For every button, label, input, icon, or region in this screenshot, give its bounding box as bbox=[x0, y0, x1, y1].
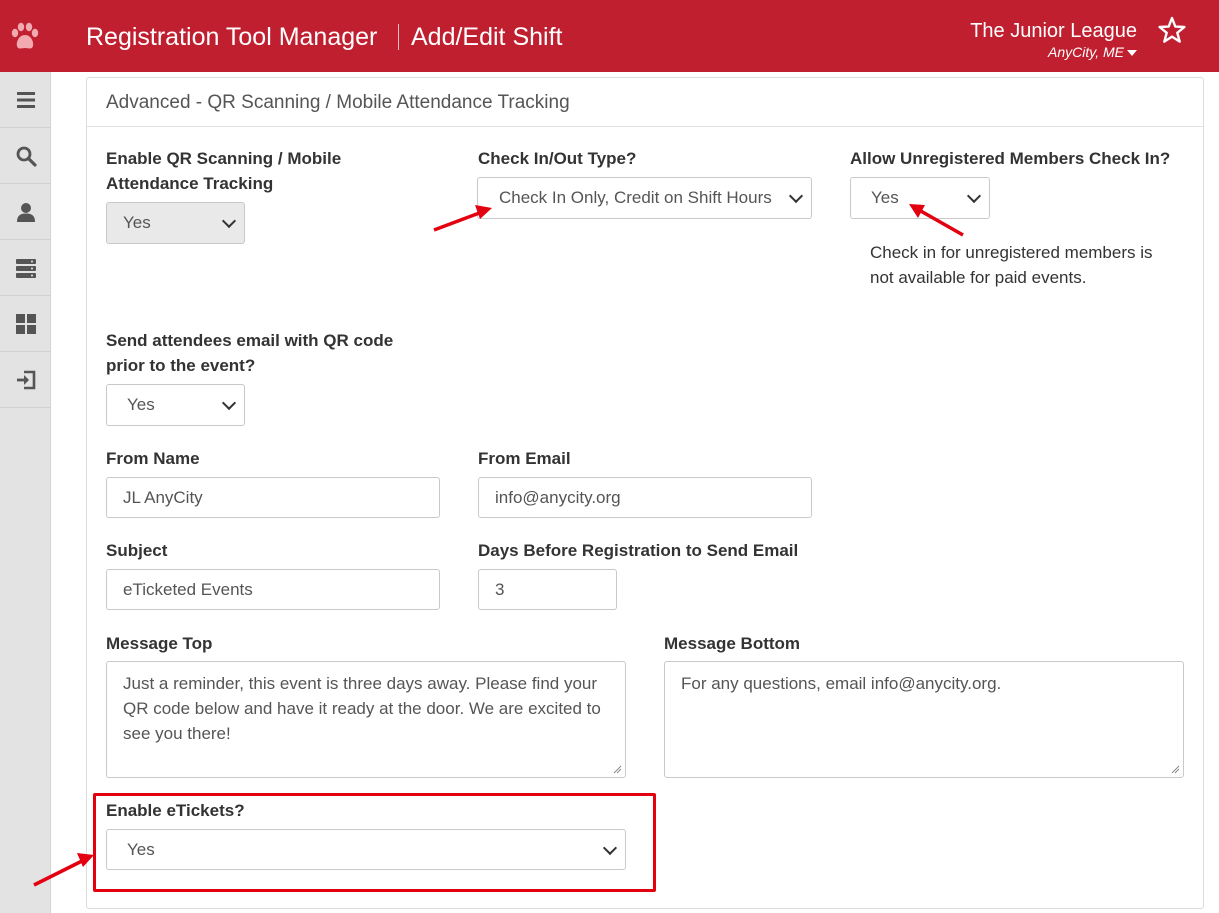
paw-icon[interactable] bbox=[8, 20, 42, 54]
days-before-label: Days Before Registration to Send Email bbox=[478, 541, 799, 560]
enable-qr-select[interactable]: Yes bbox=[106, 202, 245, 244]
annotation-highlight-box bbox=[93, 793, 656, 892]
from-email-label: From Email bbox=[478, 449, 571, 468]
check-type-label: Check In/Out Type? bbox=[478, 149, 637, 168]
days-before-value: 3 bbox=[495, 579, 505, 599]
sidebar-item-server[interactable] bbox=[0, 240, 51, 296]
menu-icon bbox=[16, 91, 35, 108]
resize-grip-icon[interactable] bbox=[1171, 765, 1180, 774]
org-location[interactable]: AnyCity, ME bbox=[970, 43, 1137, 61]
server-icon bbox=[15, 258, 36, 278]
app-header: Registration Tool Manager Add/Edit Shift… bbox=[0, 0, 1219, 72]
allow-unregistered-help: Check in for unregistered members is not… bbox=[870, 243, 1153, 287]
chevron-down-icon bbox=[221, 213, 237, 229]
message-bottom-textarea[interactable]: For any questions, email info@anycity.or… bbox=[664, 661, 1184, 778]
user-icon bbox=[16, 202, 35, 222]
days-before-input[interactable]: 3 bbox=[478, 569, 617, 610]
enable-qr-value: Yes bbox=[123, 213, 151, 232]
message-bottom-value: For any questions, email info@anycity.or… bbox=[681, 674, 1002, 693]
sidebar-item-menu[interactable] bbox=[0, 72, 51, 128]
allow-unregistered-value: Yes bbox=[871, 188, 899, 207]
dashboard-icon bbox=[15, 313, 36, 334]
send-email-select[interactable]: Yes bbox=[106, 384, 245, 426]
check-type-value: Check In Only, Credit on Shift Hours bbox=[499, 188, 772, 207]
send-email-label: Send attendees email with QR code prior … bbox=[106, 331, 394, 375]
org-name: The Junior League bbox=[970, 20, 1137, 42]
allow-unregistered-label: Allow Unregistered Members Check In? bbox=[850, 149, 1171, 168]
subject-value: eTicketed Events bbox=[123, 579, 253, 599]
check-type-select[interactable]: Check In Only, Credit on Shift Hours bbox=[477, 177, 812, 219]
sidebar-item-dashboard[interactable] bbox=[0, 296, 51, 352]
star-icon[interactable] bbox=[1158, 16, 1186, 44]
message-top-label: Message Top bbox=[106, 634, 213, 653]
chevron-down-icon bbox=[788, 188, 804, 204]
from-email-value: info@anycity.org bbox=[495, 487, 621, 507]
org-location-label: AnyCity, ME bbox=[1048, 44, 1124, 60]
app-title[interactable]: Registration Tool Manager bbox=[86, 22, 377, 52]
sidebar bbox=[0, 72, 51, 913]
send-email-value: Yes bbox=[127, 395, 155, 414]
message-bottom-label: Message Bottom bbox=[664, 634, 801, 653]
allow-unregistered-select[interactable]: Yes bbox=[850, 177, 990, 219]
caret-down-icon bbox=[1127, 50, 1137, 57]
sidebar-item-user[interactable] bbox=[0, 184, 51, 240]
subject-input[interactable]: eTicketed Events bbox=[106, 569, 440, 610]
from-email-input[interactable]: info@anycity.org bbox=[478, 477, 812, 518]
title-divider bbox=[398, 24, 399, 50]
resize-grip-icon[interactable] bbox=[613, 765, 622, 774]
from-name-value: JL AnyCity bbox=[123, 487, 203, 507]
chevron-down-icon bbox=[221, 395, 237, 411]
message-top-textarea[interactable]: Just a reminder, this event is three day… bbox=[106, 661, 626, 778]
page-title: Add/Edit Shift bbox=[411, 23, 563, 51]
org-switcher[interactable]: The Junior League AnyCity, ME bbox=[970, 19, 1137, 61]
search-icon bbox=[16, 146, 37, 167]
from-name-label: From Name bbox=[106, 449, 200, 468]
sidebar-item-logout[interactable] bbox=[0, 352, 51, 408]
subject-label: Subject bbox=[106, 541, 168, 560]
message-top-value: Just a reminder, this event is three day… bbox=[123, 674, 601, 743]
enable-qr-label: Enable QR Scanning / Mobile Attendance T… bbox=[106, 149, 342, 193]
logout-icon bbox=[16, 370, 35, 389]
panel-heading: Advanced - QR Scanning / Mobile Attendan… bbox=[87, 78, 1203, 127]
sidebar-item-search[interactable] bbox=[0, 128, 51, 184]
from-name-input[interactable]: JL AnyCity bbox=[106, 477, 440, 518]
chevron-down-icon bbox=[966, 188, 982, 204]
